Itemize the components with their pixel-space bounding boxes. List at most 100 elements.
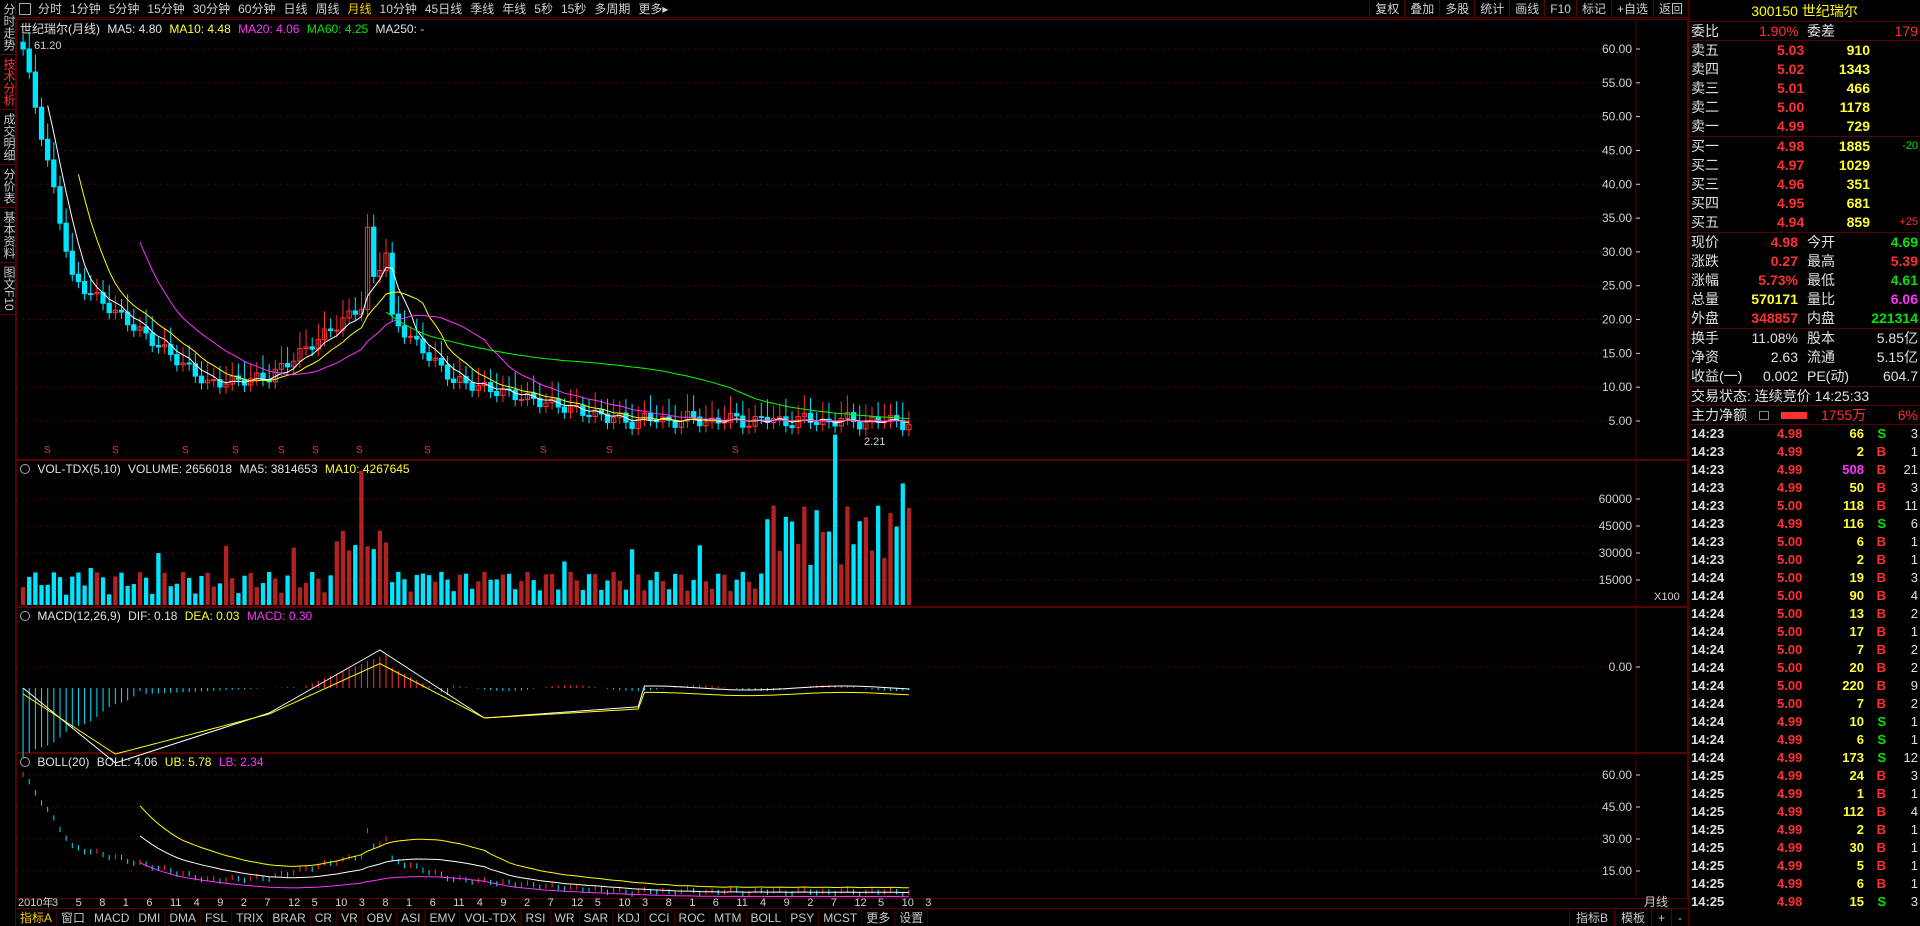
- toolbar-action-8[interactable]: 返回: [1652, 0, 1688, 18]
- period-11[interactable]: 季线: [466, 0, 498, 18]
- indicator-tab-2[interactable]: MACD: [90, 909, 135, 926]
- ma60-readout: MA60: 4.25: [306, 22, 369, 36]
- indicator-tab-8[interactable]: CR: [311, 909, 338, 926]
- volume-bar: [623, 589, 629, 605]
- left-tab-2[interactable]: 成交明细: [0, 110, 16, 165]
- x-axis-label: 4: [477, 897, 483, 908]
- indicator-tab-22[interactable]: PSY: [786, 909, 820, 926]
- candle-body: [352, 310, 358, 315]
- left-tab-4[interactable]: 基本资料: [0, 208, 16, 263]
- boll-settings-icon[interactable]: [20, 757, 30, 767]
- period-14[interactable]: 15秒: [557, 0, 590, 18]
- bids-price: 4.97: [1777, 157, 1805, 173]
- indicator-tab-14[interactable]: RSI: [521, 909, 551, 926]
- tick-list[interactable]: 14:23 4.98 66 S 3 14:23 4.99 2 B 1 14:23 4.99 508 B 21…: [1689, 425, 1920, 911]
- period-9[interactable]: 10分钟: [376, 0, 421, 18]
- indicator-tab-18[interactable]: CCI: [645, 909, 675, 926]
- indicator-action-2[interactable]: +: [1650, 909, 1671, 926]
- indicator-tab-13[interactable]: VOL-TDX: [460, 909, 522, 926]
- toolbar-action-0[interactable]: 复权: [1369, 0, 1404, 18]
- tick-row: 14:24 5.00 19 B 3: [1689, 569, 1920, 587]
- macd-pane-header: MACD(12,26,9) DIF: 0.18 DEA: 0.03 MACD: …: [20, 609, 316, 623]
- left-tab-0[interactable]: 分时走势: [0, 0, 16, 55]
- main-flow-toggle-icon[interactable]: [1759, 411, 1769, 420]
- indicator-tab-23[interactable]: MCST: [819, 909, 863, 926]
- tick-volume: 2: [1856, 552, 1864, 567]
- indicator-tab-25[interactable]: 设置: [895, 909, 929, 926]
- candle-body: [469, 382, 475, 391]
- period-10[interactable]: 45日线: [421, 0, 466, 18]
- indicator-tab-15[interactable]: WR: [551, 909, 580, 926]
- period-8[interactable]: 月线: [344, 0, 376, 18]
- main-pane-header: 世纪瑞尔(月线) MA5: 4.80 MA10: 4.48 MA20: 4.06…: [20, 20, 428, 37]
- period-12[interactable]: 年线: [498, 0, 530, 18]
- toolbar-action-3[interactable]: 统计: [1474, 0, 1509, 18]
- indicator-action-1[interactable]: 模板: [1613, 909, 1651, 926]
- x-axis-label: 8: [666, 897, 672, 908]
- toolbar-action-7[interactable]: +自选: [1610, 0, 1653, 18]
- indicator-tab-11[interactable]: ASI: [397, 909, 426, 926]
- indicator-tab-9[interactable]: VR: [337, 909, 363, 926]
- stat-label: 现价: [1691, 234, 1719, 250]
- period-3[interactable]: 15分钟: [143, 0, 188, 18]
- indicator-tab-7[interactable]: BRAR: [268, 909, 311, 926]
- indicator-tab-0[interactable]: 指标A: [16, 909, 58, 926]
- period-7[interactable]: 周线: [311, 0, 343, 18]
- indicator-action-3[interactable]: -: [1671, 909, 1688, 926]
- period-5[interactable]: 60分钟: [234, 0, 279, 18]
- indicator-tab-20[interactable]: MTM: [710, 909, 747, 926]
- period-2[interactable]: 5分钟: [105, 0, 144, 18]
- tick-volume: 1: [1856, 786, 1864, 801]
- tick-price: 4.98: [1777, 426, 1803, 441]
- asks-price: 5.03: [1777, 42, 1805, 58]
- window-toggle-icon[interactable]: [19, 2, 31, 15]
- indicator-action-0[interactable]: 指标B: [1568, 909, 1614, 926]
- indicator-tab-10[interactable]: OBV: [363, 909, 398, 926]
- asks-row: 卖三 5.01 466: [1689, 79, 1920, 98]
- indicator-tab-5[interactable]: FSL: [201, 909, 233, 926]
- indicator-tab-1[interactable]: 窗口: [57, 909, 91, 926]
- volume-bar: [469, 588, 475, 605]
- period-6[interactable]: 日线: [279, 0, 311, 18]
- toolbar-action-5[interactable]: F10: [1544, 0, 1576, 18]
- period-16[interactable]: 更多▸: [634, 0, 672, 18]
- period-4[interactable]: 30分钟: [189, 0, 234, 18]
- boll-indicator-name: BOLL(20): [37, 755, 90, 769]
- stock-name: 世纪瑞尔: [1801, 3, 1858, 19]
- macd-settings-icon[interactable]: [20, 611, 30, 621]
- period-15[interactable]: 多周期: [590, 0, 634, 18]
- left-tab-5[interactable]: 图文F10: [0, 263, 16, 315]
- x-axis-label: 3: [52, 897, 58, 908]
- toolbar-action-1[interactable]: 叠加: [1404, 0, 1439, 18]
- indicator-tab-24[interactable]: 更多: [862, 909, 896, 926]
- indicator-tab-16[interactable]: SAR: [580, 909, 614, 926]
- tick-time: 14:24: [1691, 678, 1725, 693]
- chart-area[interactable]: 60.00 55.00 50.00 45.00 40.00 35.00 30.00 25.00…: [16, 19, 1688, 908]
- tick-count: 3: [1910, 768, 1918, 783]
- left-tab-1[interactable]: 技术分析: [0, 55, 16, 110]
- period-13[interactable]: 5秒: [530, 0, 557, 18]
- indicator-tab-21[interactable]: BOLL: [747, 909, 787, 926]
- left-tab-3[interactable]: 分价表: [0, 165, 16, 208]
- candle-body: [51, 159, 57, 188]
- toolbar-action-4[interactable]: 画线: [1509, 0, 1544, 18]
- tick-side: B: [1876, 498, 1886, 513]
- candle-body: [143, 326, 149, 334]
- indicator-tab-6[interactable]: TRIX: [232, 909, 269, 926]
- asks-price: 5.01: [1777, 80, 1805, 96]
- volume-bar: [802, 506, 807, 605]
- volume-bar: [359, 470, 364, 605]
- period-0[interactable]: 分时: [34, 0, 66, 18]
- indicator-tab-4[interactable]: DMA: [165, 909, 202, 926]
- indicator-tab-17[interactable]: KDJ: [613, 909, 645, 926]
- volume-bar: [451, 591, 456, 605]
- toolbar-action-2[interactable]: 多股: [1439, 0, 1474, 18]
- indicator-tab-3[interactable]: DMI: [134, 909, 166, 926]
- tick-price: 4.99: [1777, 876, 1803, 891]
- period-1[interactable]: 1分钟: [66, 0, 105, 18]
- toolbar-action-6[interactable]: 标记: [1575, 0, 1611, 18]
- price-tick-label: 50.00: [1602, 110, 1632, 124]
- indicator-tab-19[interactable]: ROC: [675, 909, 711, 926]
- indicator-tab-12[interactable]: EMV: [425, 909, 461, 926]
- vol-settings-icon[interactable]: [20, 464, 30, 474]
